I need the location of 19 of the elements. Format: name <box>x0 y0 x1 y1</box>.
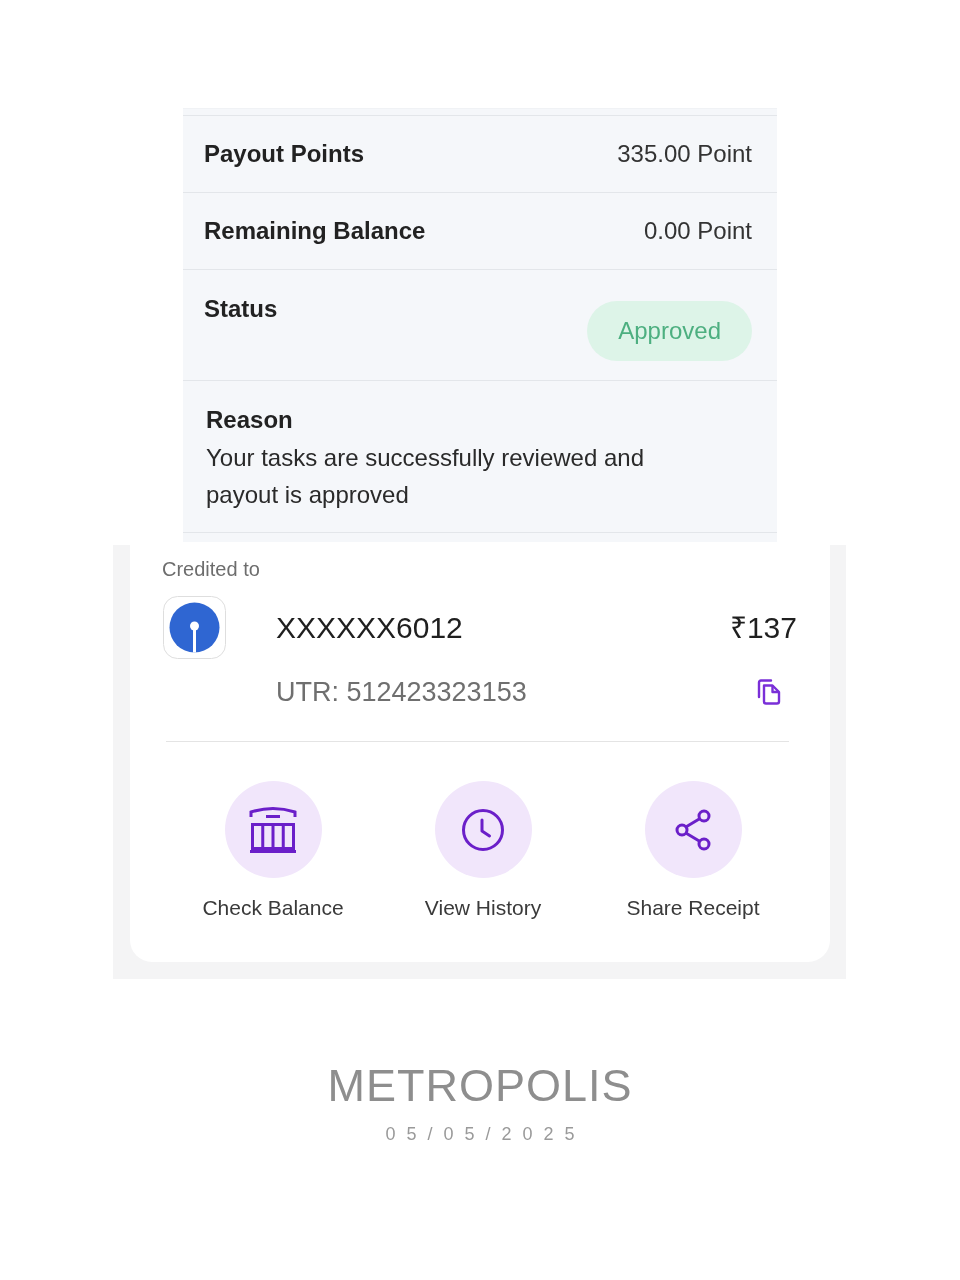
section-label: Credited to <box>162 558 260 580</box>
bank-logo-icon <box>163 596 226 659</box>
caption-date: 05/05/2025 <box>385 1124 586 1144</box>
row-label: Payout Points <box>204 140 365 168</box>
account-number: XXXXXX6012 <box>276 609 463 646</box>
utr-number: UTR: 512423323153 <box>276 676 527 708</box>
row-value: 0.00 Point <box>643 217 752 245</box>
row-label: Remaining Balance <box>204 217 426 245</box>
action-button[interactable]: Share Receipt <box>588 781 798 921</box>
status-badge: Approved <box>587 301 752 361</box>
reason-text: Your tasks are successfully reviewed and payout is approved <box>206 443 645 510</box>
reason-label: Reason <box>206 405 294 435</box>
row-label: Status <box>204 295 278 323</box>
action-button[interactable]: View History <box>378 781 588 921</box>
row-value: 335.00 Point <box>617 140 752 168</box>
copy-icon[interactable] <box>757 679 781 705</box>
amount: ₹137 <box>729 609 797 646</box>
caption-title: METROPOLIS <box>327 1060 633 1111</box>
action-button[interactable]: Check Balance <box>168 781 378 921</box>
